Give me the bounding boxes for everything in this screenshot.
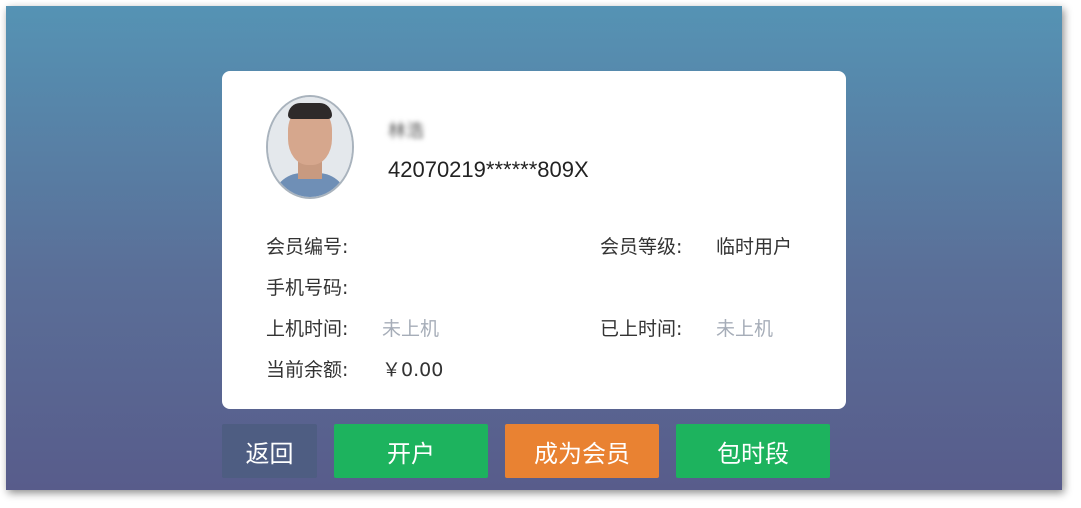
user-name: 林浩	[388, 121, 424, 142]
member-level-value: 临时用户	[716, 236, 793, 258]
member-level-label: 会员等级:	[600, 236, 683, 258]
phone-label: 手机号码:	[266, 277, 349, 299]
avatar	[266, 95, 354, 199]
balance-value: ￥0.00	[382, 359, 444, 381]
login-time-value: 未上机	[382, 318, 440, 340]
login-time-label: 上机时间:	[266, 318, 349, 340]
time-package-button[interactable]: 包时段	[676, 424, 830, 478]
balance-label: 当前余额:	[266, 359, 349, 381]
user-info-card: 林浩 42070219******809X 会员编号: 会员等级: 临时用户 手…	[222, 71, 846, 409]
id-number: 42070219******809X	[388, 157, 589, 182]
elapsed-time-label: 已上时间:	[600, 318, 683, 340]
become-member-button[interactable]: 成为会员	[505, 424, 659, 478]
app-screen: 林浩 42070219******809X 会员编号: 会员等级: 临时用户 手…	[6, 6, 1062, 490]
open-account-button[interactable]: 开户	[334, 424, 488, 478]
elapsed-time-value: 未上机	[716, 318, 774, 340]
back-button[interactable]: 返回	[222, 424, 317, 478]
member-no-label: 会员编号:	[266, 236, 349, 258]
